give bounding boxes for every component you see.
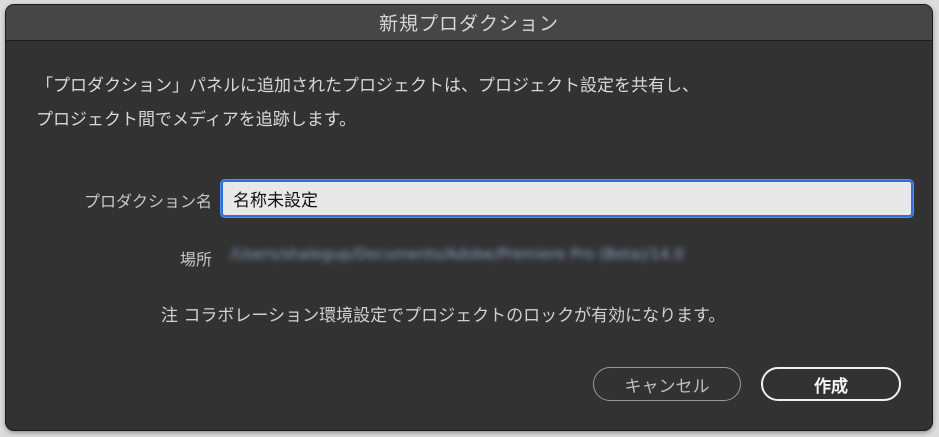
location-label: 場所: [179, 250, 212, 269]
location-path[interactable]: /Users/shalegup/Documents/Adobe/Premiere…: [230, 245, 684, 263]
collaboration-note: 注 コラボレーション環境設定でプロジェクトのロックが有効になります。: [161, 306, 726, 326]
production-name-label: プロダクション名: [83, 192, 212, 211]
new-production-dialog: 新規プロダクション 「プロダクション」パネルに追加されたプロジェクトは、プロジェ…: [6, 5, 932, 430]
description-line-2: プロジェクト間でメディアを追跡します。: [36, 110, 357, 130]
dialog-titlebar[interactable]: 新規プロダクション: [6, 5, 932, 41]
create-button[interactable]: 作成: [761, 367, 901, 401]
description-line-1: 「プロダクション」パネルに追加されたプロジェクトは、プロジェクト設定を共有し、: [36, 76, 699, 96]
dialog-title: 新規プロダクション: [378, 13, 559, 35]
production-name-input[interactable]: [221, 180, 913, 217]
dialog-description: 「プロダクション」パネルに追加されたプロジェクトは、プロジェクト設定を共有し、 …: [36, 69, 906, 137]
cancel-button[interactable]: キャンセル: [593, 367, 741, 401]
